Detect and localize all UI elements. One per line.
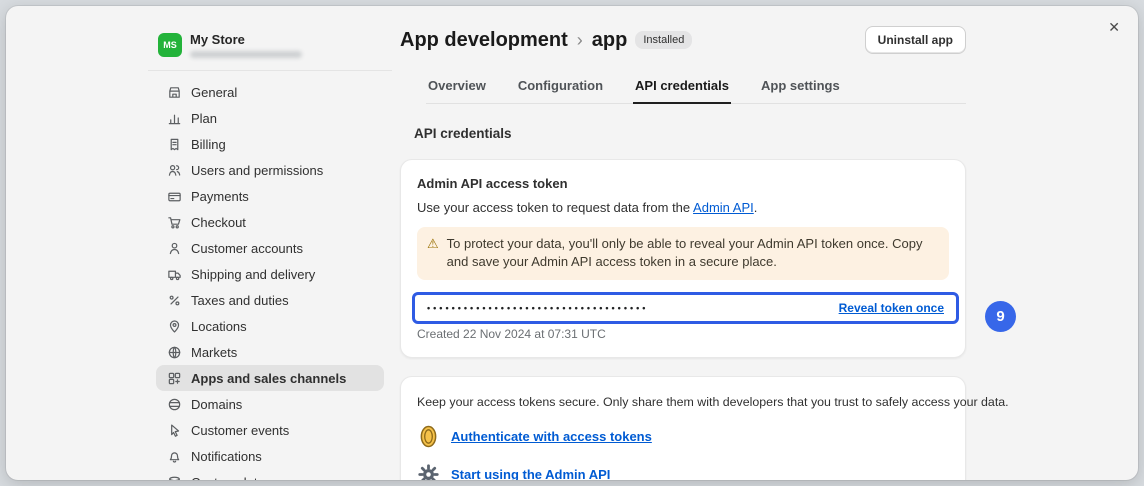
cart-icon: [166, 214, 182, 230]
sidebar-item-notifications[interactable]: Notifications: [156, 443, 384, 469]
sidebar-item-label: Locations: [191, 319, 247, 334]
breadcrumb-bar: App development › app Installed: [400, 29, 692, 52]
payments-icon: [166, 188, 182, 204]
sidebar-item-label: Shipping and delivery: [191, 267, 315, 282]
sidebar-item-label: Apps and sales channels: [191, 371, 346, 386]
globe-icon: [166, 344, 182, 360]
sidebar-item-label: Domains: [191, 397, 242, 412]
sidebar-item-checkout[interactable]: Checkout: [156, 209, 384, 235]
annotation-step-9: 9: [985, 301, 1016, 332]
sidebar: MS My Store General Plan Billing Users and …: [148, 16, 392, 480]
sidebar-item-payments[interactable]: Payments: [156, 183, 384, 209]
main-content: App development › app Installed Uninstal…: [400, 24, 966, 480]
uninstall-app-button[interactable]: Uninstall app: [865, 26, 966, 54]
breadcrumb-app-development[interactable]: App development: [400, 29, 568, 52]
page-title: app: [592, 29, 628, 52]
description-text-end: .: [754, 200, 758, 215]
security-intro-text: Keep your access tokens secure. Only sha…: [417, 394, 949, 411]
store-meta: My Store: [190, 32, 302, 58]
sidebar-item-label: Taxes and duties: [191, 293, 289, 308]
bell-icon: [166, 448, 182, 464]
apps-icon: [166, 370, 182, 386]
tab-api-credentials[interactable]: API credentials: [633, 72, 731, 104]
security-link-row: Authenticate with access tokens: [417, 425, 949, 449]
sidebar-item-taxes-and-duties[interactable]: Taxes and duties: [156, 287, 384, 313]
token-created-text: Created 22 Nov 2024 at 07:31 UTC: [417, 327, 949, 341]
sidebar-item-label: Plan: [191, 111, 217, 126]
warning-icon: ⚠: [427, 235, 439, 253]
sidebar-item-customer-events[interactable]: Customer events: [156, 417, 384, 443]
sidebar-item-label: Payments: [191, 189, 249, 204]
sidebar-item-locations[interactable]: Locations: [156, 313, 384, 339]
close-icon[interactable]: ✕: [1104, 16, 1124, 38]
admin-api-token-card: Admin API access token Use your access t…: [400, 159, 966, 358]
sidebar-item-users-and-permissions[interactable]: Users and permissions: [156, 157, 384, 183]
sidebar-item-label: Checkout: [191, 215, 246, 230]
token-card-description: Use your access token to request data fr…: [417, 199, 949, 217]
tax-icon: [166, 292, 182, 308]
store-header: MS My Store: [148, 16, 392, 68]
admin-api-link[interactable]: Admin API: [693, 200, 754, 215]
sidebar-divider: [148, 70, 392, 71]
sidebar-item-apps-and-sales-channels[interactable]: Apps and sales channels: [156, 365, 384, 391]
cursor-icon: [166, 422, 182, 438]
billing-icon: [166, 136, 182, 152]
settings-nav: General Plan Billing Users and permissions P…: [148, 79, 392, 480]
sidebar-item-domains[interactable]: Domains: [156, 391, 384, 417]
sidebar-item-shipping-and-delivery[interactable]: Shipping and delivery: [156, 261, 384, 287]
sidebar-item-label: Billing: [191, 137, 226, 152]
store-name: My Store: [190, 32, 302, 47]
token-field-highlight: •••••••••••••••••••••••••••••••••••• Rev…: [412, 292, 959, 324]
token-badge-icon: [417, 425, 439, 448]
sidebar-item-label: Markets: [191, 345, 237, 360]
gear-icon: [417, 464, 439, 480]
page-header: App development › app Installed Uninstal…: [400, 24, 966, 56]
store-icon: [166, 84, 182, 100]
warning-text: To protect your data, you'll only be abl…: [447, 235, 939, 271]
sidebar-item-label: Customer accounts: [191, 241, 303, 256]
settings-modal: ✕ MS My Store General Plan Billing Users an…: [6, 6, 1138, 480]
data-icon: [166, 474, 182, 480]
sidebar-item-markets[interactable]: Markets: [156, 339, 384, 365]
sidebar-item-label: Customer events: [191, 423, 289, 438]
sidebar-item-plan[interactable]: Plan: [156, 105, 384, 131]
sidebar-item-label: Custom data: [191, 475, 265, 481]
masked-token: ••••••••••••••••••••••••••••••••••••: [427, 303, 648, 313]
security-link-row: Start using the Admin API: [417, 463, 949, 480]
store-avatar: MS: [158, 33, 182, 57]
tab-configuration[interactable]: Configuration: [516, 72, 605, 104]
sidebar-item-custom-data[interactable]: Custom data: [156, 469, 384, 480]
users-icon: [166, 162, 182, 178]
store-url-redacted: [190, 51, 302, 58]
sidebar-item-customer-accounts[interactable]: Customer accounts: [156, 235, 384, 261]
sidebar-item-label: Users and permissions: [191, 163, 323, 178]
chart-icon: [166, 110, 182, 126]
person-icon: [166, 240, 182, 256]
installed-badge: Installed: [635, 31, 692, 49]
sidebar-item-label: General: [191, 85, 237, 100]
tab-app-settings[interactable]: App settings: [759, 72, 842, 104]
sidebar-item-label: Notifications: [191, 449, 262, 464]
reveal-token-link[interactable]: Reveal token once: [839, 301, 944, 315]
description-text: Use your access token to request data fr…: [417, 200, 693, 215]
token-card-title: Admin API access token: [417, 176, 949, 191]
screen: ✕ MS My Store General Plan Billing Users an…: [0, 0, 1144, 486]
security-links: Authenticate with access tokens Start usi…: [417, 425, 949, 480]
warning-banner: ⚠ To protect your data, you'll only be a…: [417, 227, 949, 279]
token-security-card: Keep your access tokens secure. Only sha…: [400, 376, 966, 480]
chevron-right-icon: ›: [576, 30, 584, 51]
tab-overview[interactable]: Overview: [426, 72, 488, 104]
link-start-using-the-admin-api[interactable]: Start using the Admin API: [451, 467, 610, 480]
sidebar-item-billing[interactable]: Billing: [156, 131, 384, 157]
sidebar-item-general[interactable]: General: [156, 79, 384, 105]
link-authenticate-with-access-tokens[interactable]: Authenticate with access tokens: [451, 429, 652, 444]
pin-icon: [166, 318, 182, 334]
truck-icon: [166, 266, 182, 282]
section-title: API credentials: [414, 126, 966, 141]
domains-icon: [166, 396, 182, 412]
tab-bar: Overview Configuration API credentials App …: [426, 72, 966, 104]
